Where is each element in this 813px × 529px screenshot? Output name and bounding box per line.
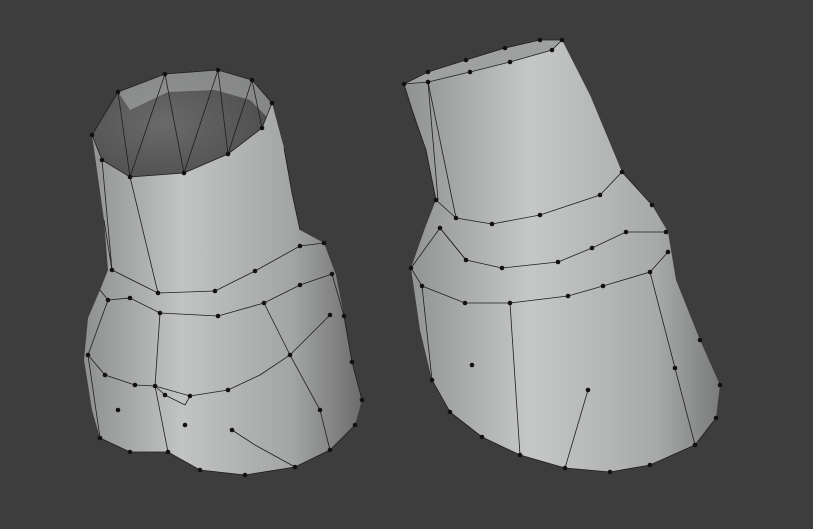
mesh-vertex[interactable] [463, 57, 469, 63]
mesh-vertex[interactable] [225, 387, 231, 393]
mesh-vertex[interactable] [672, 365, 678, 371]
mesh-vertex[interactable] [297, 282, 303, 288]
mesh-vertex[interactable] [433, 197, 439, 203]
mesh-vertex[interactable] [85, 352, 91, 358]
mesh-vertex[interactable] [155, 290, 161, 296]
mesh-vertex[interactable] [649, 202, 655, 208]
mesh-vertex[interactable] [287, 352, 293, 358]
mesh-vertex[interactable] [225, 151, 231, 157]
mesh-vertex[interactable] [329, 271, 335, 277]
mesh-vertex[interactable] [597, 192, 603, 198]
mesh-vertex[interactable] [162, 392, 168, 398]
mesh-vertex[interactable] [499, 265, 505, 271]
mesh-vertex[interactable] [181, 170, 187, 176]
left-mesh[interactable] [84, 67, 365, 478]
mesh-vertex[interactable] [187, 393, 193, 399]
mesh-vertex[interactable] [469, 362, 475, 368]
mesh-vertex[interactable] [352, 422, 358, 428]
mesh-vertex[interactable] [717, 382, 723, 388]
mesh-vertex[interactable] [127, 174, 133, 180]
mesh-vertex[interactable] [549, 47, 555, 53]
mesh-vertex[interactable] [321, 240, 327, 246]
mesh-vertex[interactable] [152, 383, 158, 389]
mesh-vertex[interactable] [600, 283, 606, 289]
mesh-vertex[interactable] [665, 249, 671, 255]
mesh-vertex[interactable] [462, 300, 468, 306]
mesh-vertex[interactable] [647, 269, 653, 275]
mesh-vertex[interactable] [341, 313, 347, 319]
mesh-vertex[interactable] [242, 472, 248, 478]
mesh-vertex[interactable] [555, 259, 561, 265]
mesh-vertex[interactable] [607, 469, 613, 475]
scene-canvas[interactable] [0, 0, 813, 529]
mesh-vertex[interactable] [212, 288, 218, 294]
mesh-vertex[interactable] [697, 337, 703, 343]
mesh-vertex[interactable] [463, 257, 469, 263]
mesh-vertex[interactable] [97, 435, 103, 441]
mesh-vertex[interactable] [619, 169, 625, 175]
mesh-vertex[interactable] [408, 265, 414, 271]
mesh-vertex[interactable] [89, 132, 95, 138]
3d-viewport[interactable] [0, 0, 813, 529]
mesh-vertex[interactable] [127, 449, 133, 455]
mesh-vertex[interactable] [447, 409, 453, 415]
mesh-vertex[interactable] [502, 45, 508, 51]
mesh-vertex[interactable] [115, 407, 121, 413]
mesh-vertex[interactable] [261, 300, 267, 306]
mesh-vertex[interactable] [99, 157, 105, 163]
mesh-vertex[interactable] [425, 79, 431, 85]
mesh-vertex[interactable] [507, 300, 513, 306]
mesh-vertex[interactable] [109, 267, 115, 273]
mesh-vertex[interactable] [292, 464, 298, 470]
mesh-vertex[interactable] [349, 359, 355, 365]
mesh-vertex[interactable] [623, 229, 629, 235]
mesh-vertex[interactable] [663, 229, 669, 235]
mesh-vertex[interactable] [565, 293, 571, 299]
mesh-vertex[interactable] [359, 397, 365, 403]
mesh-vertex[interactable] [479, 434, 485, 440]
mesh-vertex[interactable] [467, 69, 473, 75]
mesh-vertex[interactable] [562, 465, 568, 471]
mesh-vertex[interactable] [132, 382, 138, 388]
mesh-vertex[interactable] [105, 297, 111, 303]
mesh-vertex[interactable] [249, 77, 255, 83]
mesh-vertex[interactable] [252, 268, 258, 274]
right-mesh-body [404, 40, 720, 472]
mesh-vertex[interactable] [127, 295, 133, 301]
mesh-vertex[interactable] [559, 37, 565, 43]
mesh-vertex[interactable] [453, 215, 459, 221]
mesh-vertex[interactable] [517, 452, 523, 458]
mesh-vertex[interactable] [713, 415, 719, 421]
mesh-vertex[interactable] [269, 100, 275, 106]
mesh-vertex[interactable] [589, 245, 595, 251]
mesh-vertex[interactable] [102, 372, 108, 378]
mesh-vertex[interactable] [215, 313, 221, 319]
mesh-vertex[interactable] [297, 243, 303, 249]
mesh-vertex[interactable] [692, 442, 698, 448]
mesh-vertex[interactable] [401, 81, 407, 87]
mesh-vertex[interactable] [437, 225, 443, 231]
mesh-vertex[interactable] [165, 449, 171, 455]
mesh-vertex[interactable] [182, 422, 188, 428]
mesh-vertex[interactable] [259, 125, 265, 131]
mesh-vertex[interactable] [115, 89, 121, 95]
mesh-vertex[interactable] [429, 377, 435, 383]
mesh-vertex[interactable] [647, 462, 653, 468]
mesh-vertex[interactable] [419, 283, 425, 289]
mesh-vertex[interactable] [489, 221, 495, 227]
mesh-vertex[interactable] [507, 59, 513, 65]
mesh-vertex[interactable] [215, 67, 221, 73]
mesh-vertex[interactable] [317, 407, 323, 413]
right-mesh[interactable] [401, 37, 723, 475]
mesh-vertex[interactable] [197, 467, 203, 473]
mesh-vertex[interactable] [425, 69, 431, 75]
mesh-vertex[interactable] [162, 71, 168, 77]
mesh-vertex[interactable] [229, 427, 235, 433]
mesh-vertex[interactable] [327, 312, 333, 318]
mesh-vertex[interactable] [157, 310, 163, 316]
mesh-vertex[interactable] [327, 447, 333, 453]
mesh-vertex[interactable] [537, 37, 543, 43]
mesh-vertex[interactable] [537, 212, 543, 218]
mesh-vertex[interactable] [585, 387, 591, 393]
